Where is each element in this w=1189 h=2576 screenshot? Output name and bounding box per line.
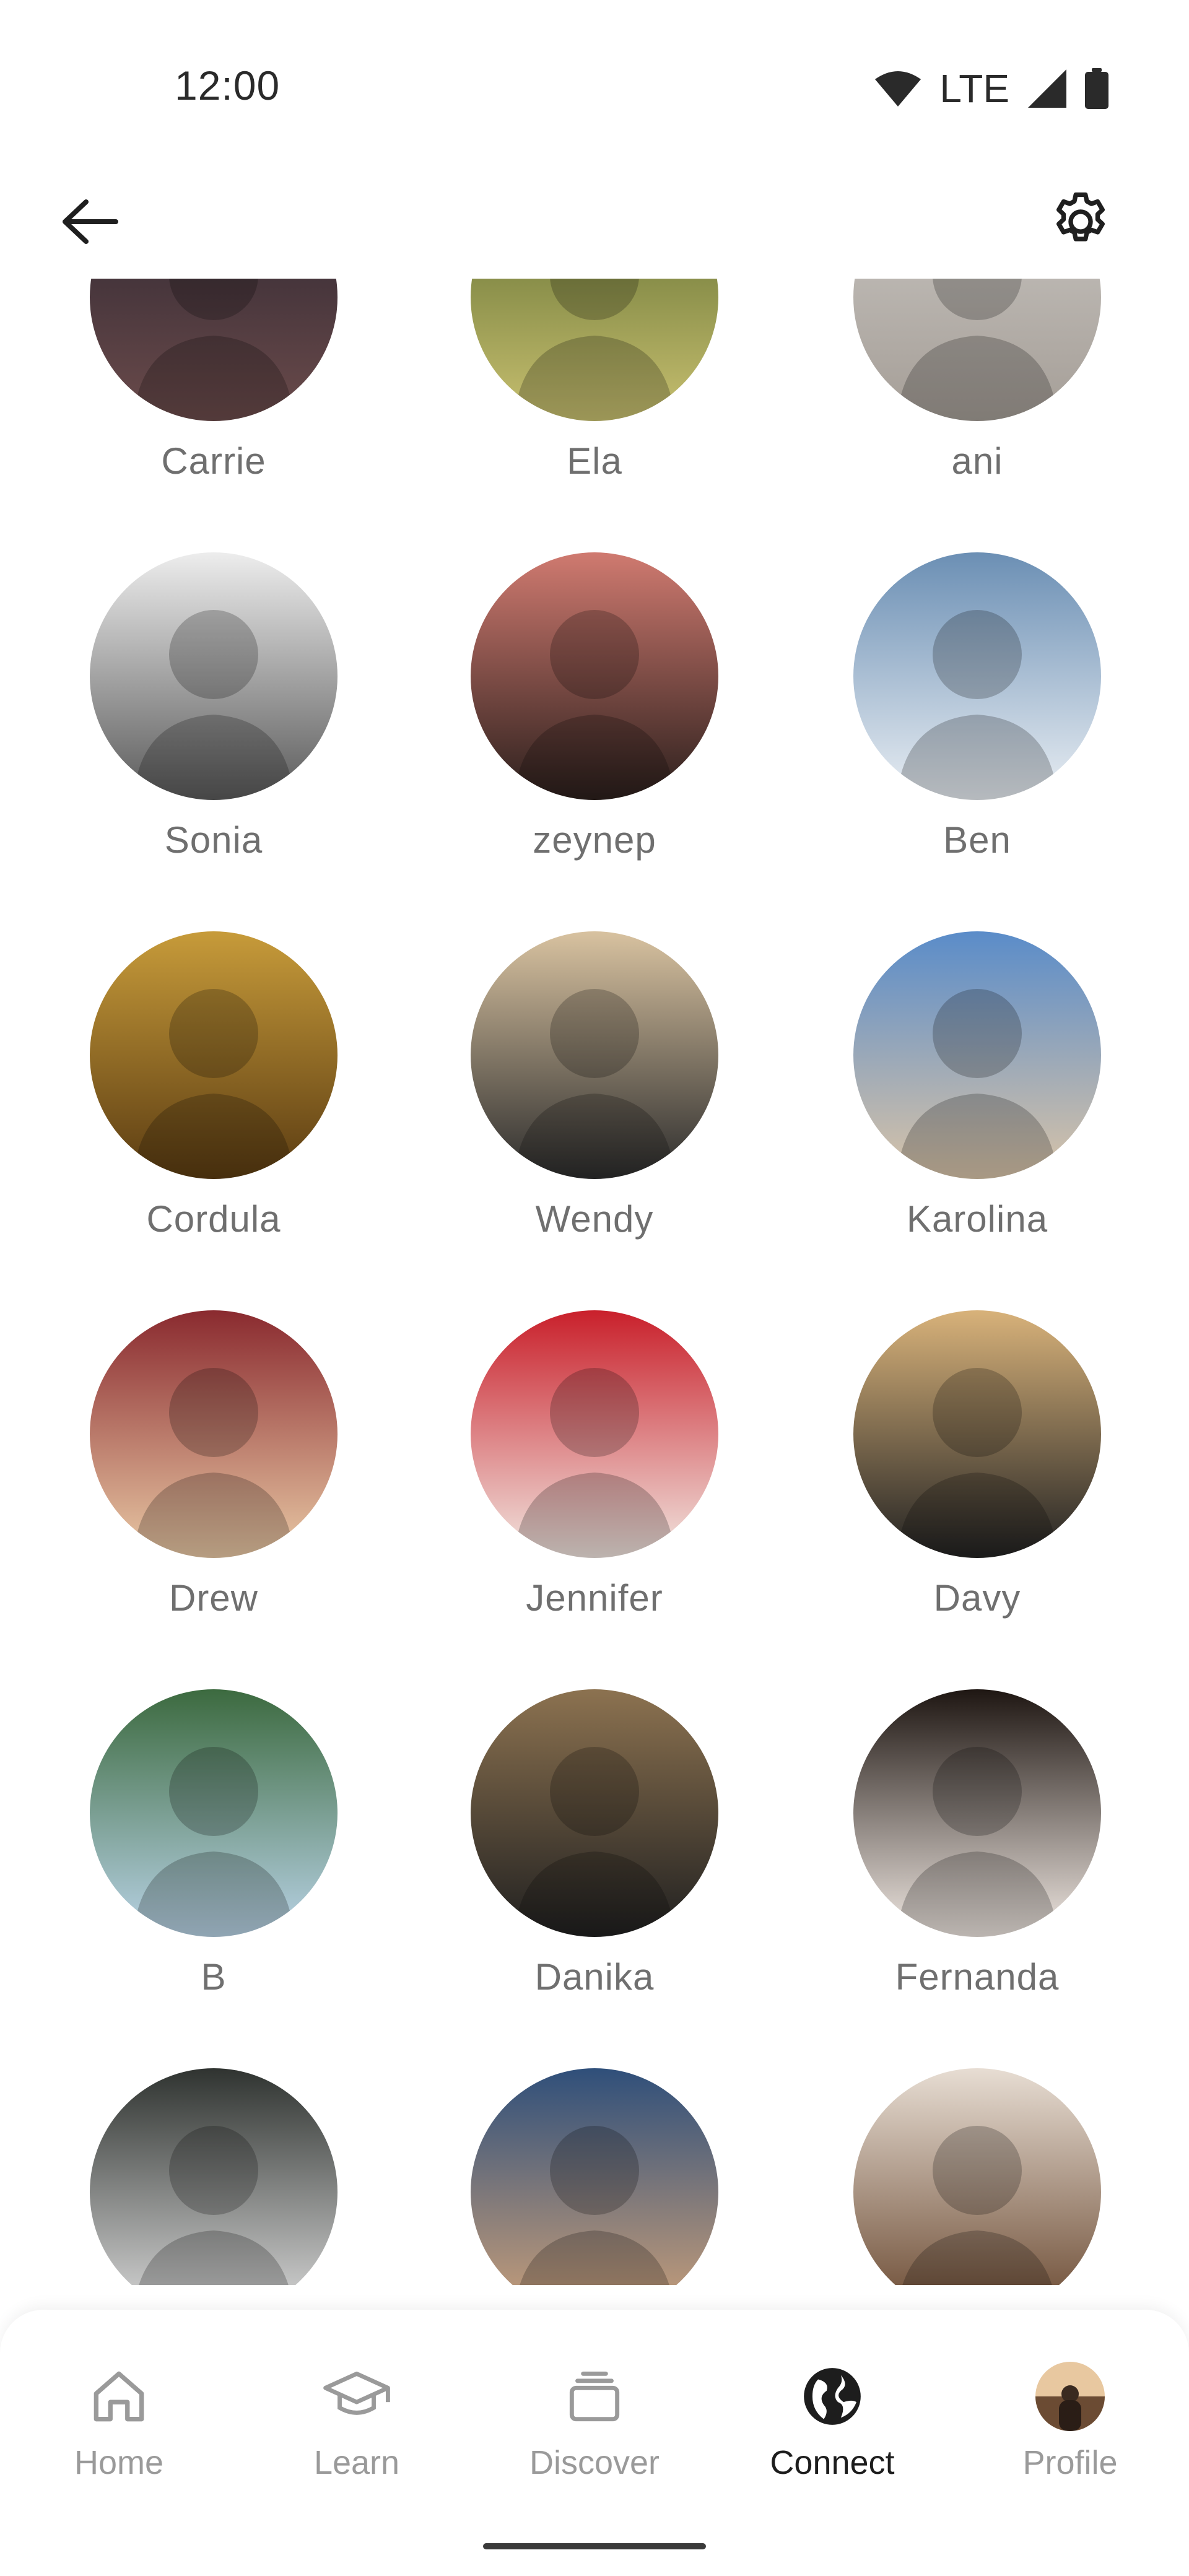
person-avatar[interactable] — [853, 2068, 1101, 2285]
person-name: B — [201, 1956, 227, 1998]
person-card[interactable]: Ela — [403, 279, 786, 551]
person-avatar[interactable] — [471, 931, 718, 1179]
person-name: Karolina — [906, 1198, 1048, 1240]
people-grid: Carrie Ela ani Sonia zeynep Ben Cordula Wendy Ka… — [0, 279, 1189, 2285]
network-label: LTE — [939, 66, 1009, 111]
nav-discover-label: Discover — [529, 2444, 660, 2481]
person-avatar[interactable] — [853, 552, 1101, 800]
status-time: 12:00 — [175, 63, 281, 108]
nav-discover[interactable]: Discover — [476, 2359, 713, 2508]
person-avatar[interactable] — [471, 2068, 718, 2285]
nav-learn[interactable]: Learn — [238, 2359, 476, 2508]
person-card[interactable]: Cordula — [22, 931, 406, 1309]
person-avatar[interactable] — [853, 1310, 1101, 1558]
person-card[interactable]: Jaylien — [785, 2068, 1169, 2285]
person-name: Ben — [943, 819, 1011, 861]
person-card[interactable]: Carrie — [22, 279, 406, 551]
nav-profile[interactable]: Profile — [951, 2359, 1189, 2508]
person-avatar[interactable] — [90, 279, 338, 421]
person-name: Carrie — [161, 440, 266, 482]
person-card[interactable]: Davy — [785, 1310, 1169, 1688]
person-avatar[interactable] — [471, 1310, 718, 1558]
person-avatar[interactable] — [853, 279, 1101, 421]
status-icons: LTE — [875, 68, 1108, 109]
wifi-icon — [875, 71, 921, 107]
person-name: zeynep — [533, 819, 656, 861]
person-card[interactable]: Danika — [403, 1689, 786, 2067]
person-card[interactable]: Karolina — [785, 931, 1169, 1309]
person-name: Drew — [168, 1577, 258, 1619]
person-name: Davy — [933, 1577, 1021, 1619]
person-name: ani — [951, 440, 1003, 482]
person-avatar[interactable] — [471, 552, 718, 800]
home-icon — [82, 2359, 156, 2434]
nav-home-label: Home — [74, 2444, 164, 2481]
person-card[interactable]: Jennifer — [403, 1310, 786, 1688]
battery-icon — [1085, 68, 1108, 109]
nav-learn-label: Learn — [313, 2444, 400, 2481]
globe-icon — [795, 2359, 869, 2434]
graduation-cap-icon — [320, 2359, 394, 2434]
person-card[interactable]: Drew — [22, 1310, 406, 1688]
person-card[interactable]: Sonia — [22, 552, 406, 930]
person-card[interactable]: ani — [785, 279, 1169, 551]
person-card[interactable]: Fernanda — [785, 1689, 1169, 2067]
nav-connect-label: Connect — [770, 2444, 895, 2481]
person-avatar[interactable] — [90, 1310, 338, 1558]
settings-button[interactable] — [1040, 183, 1121, 263]
person-name: Ela — [567, 440, 622, 482]
person-avatar[interactable] — [471, 279, 718, 421]
person-avatar[interactable] — [853, 931, 1101, 1179]
person-name: Fernanda — [895, 1956, 1060, 1998]
person-card[interactable]: zeynep — [403, 552, 786, 930]
person-avatar[interactable] — [90, 1689, 338, 1937]
person-card[interactable]: Ben — [785, 552, 1169, 930]
person-card[interactable]: Wendy — [403, 931, 786, 1309]
person-avatar[interactable] — [90, 552, 338, 800]
cards-stack-icon — [557, 2359, 632, 2434]
person-avatar[interactable] — [90, 2068, 338, 2285]
back-button[interactable] — [53, 186, 127, 260]
person-name: Wendy — [535, 1198, 654, 1240]
nav-connect[interactable]: Connect — [713, 2359, 951, 2508]
status-bar: 12:00 LTE — [0, 0, 1189, 149]
person-avatar[interactable] — [471, 1689, 718, 1937]
person-name: Jennifer — [526, 1577, 663, 1619]
profile-avatar-icon — [1033, 2359, 1107, 2434]
person-name: Cordula — [146, 1198, 281, 1240]
person-avatar[interactable] — [853, 1689, 1101, 1937]
home-indicator[interactable] — [483, 2543, 706, 2549]
person-card[interactable]: B — [22, 1689, 406, 2067]
arrow-left-icon — [59, 197, 121, 250]
person-name: Danika — [534, 1956, 655, 1998]
top-app-bar — [0, 167, 1189, 266]
nav-home[interactable]: Home — [0, 2359, 238, 2508]
gear-icon — [1047, 188, 1115, 259]
person-name: Sonia — [164, 819, 263, 861]
person-avatar[interactable] — [90, 931, 338, 1179]
cell-signal-icon — [1028, 69, 1066, 108]
person-card[interactable]: John — [403, 2068, 786, 2285]
person-card[interactable]: Jackie — [22, 2068, 406, 2285]
bottom-navigation: Home Learn Discover Connect Profile — [0, 2310, 1189, 2576]
nav-profile-label: Profile — [1022, 2444, 1118, 2481]
